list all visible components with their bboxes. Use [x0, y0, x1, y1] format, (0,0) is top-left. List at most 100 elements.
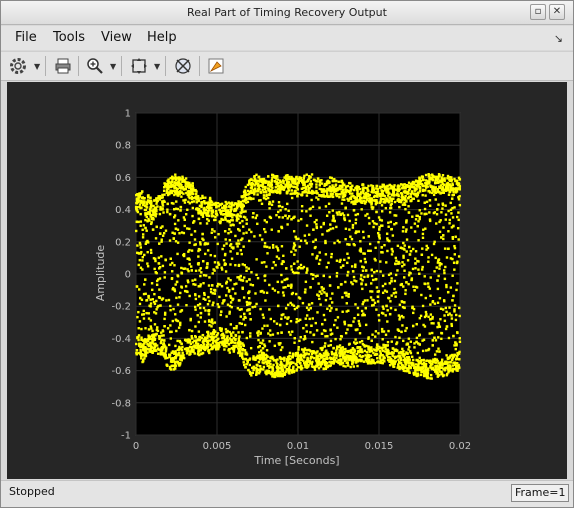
data-point: [366, 275, 369, 278]
data-point: [394, 273, 398, 277]
data-point: [318, 297, 321, 301]
data-point: [420, 268, 424, 271]
data-point: [362, 312, 365, 315]
data-point: [398, 205, 401, 209]
data-point: [429, 318, 432, 321]
data-point: [322, 189, 325, 192]
scatter-chart[interactable]: 0 0.005 0.01 0.015 0.02-1-0.8-0.6-0.4-0.200.…: [7, 82, 567, 479]
data-point: [207, 320, 211, 323]
data-point: [452, 190, 455, 194]
highlight-icon[interactable]: [205, 55, 227, 77]
data-point: [264, 230, 267, 234]
data-point: [429, 373, 433, 377]
data-point: [187, 257, 191, 260]
data-point: [199, 243, 202, 246]
data-point: [163, 313, 167, 316]
menu-view[interactable]: View: [101, 30, 132, 45]
menu-tools[interactable]: Tools: [53, 30, 85, 45]
data-point: [165, 191, 169, 195]
data-point: [360, 309, 364, 313]
data-point: [245, 218, 248, 221]
data-point: [228, 348, 231, 351]
data-point: [426, 376, 429, 380]
data-point: [412, 185, 416, 188]
data-point: [285, 322, 289, 326]
data-point: [225, 242, 228, 245]
zoom-dropdown-icon[interactable]: ▼: [110, 62, 116, 71]
data-point: [241, 237, 244, 240]
gear-icon[interactable]: [7, 55, 29, 77]
data-point: [228, 202, 232, 205]
data-point: [374, 203, 378, 206]
data-point: [364, 192, 367, 196]
data-point: [342, 214, 346, 217]
data-point: [210, 320, 213, 324]
data-point: [371, 290, 374, 293]
data-point: [221, 336, 224, 340]
dock-arrow-icon[interactable]: ↘: [554, 32, 563, 45]
data-point: [341, 188, 345, 192]
data-point: [188, 227, 191, 231]
data-point: [457, 218, 460, 222]
data-point: [429, 303, 432, 306]
data-point: [392, 365, 396, 368]
data-point: [418, 209, 421, 212]
autoscale-dropdown-icon[interactable]: ▼: [154, 62, 160, 71]
data-point: [339, 258, 342, 262]
data-point: [293, 190, 297, 193]
data-point: [239, 249, 243, 252]
data-point: [279, 209, 282, 212]
close-button[interactable]: ✕: [549, 4, 565, 20]
data-point: [375, 269, 379, 273]
data-point: [162, 189, 166, 192]
data-point: [197, 212, 200, 215]
data-point: [267, 371, 270, 375]
minimize-button[interactable]: ▫: [530, 4, 546, 20]
zoom-in-icon[interactable]: [84, 55, 106, 77]
data-point: [389, 206, 392, 210]
print-icon[interactable]: [52, 55, 74, 77]
title-bar[interactable]: Real Part of Timing Recovery Output ▫ ✕: [1, 1, 573, 25]
data-point: [390, 340, 393, 343]
data-point: [229, 278, 232, 282]
data-point: [367, 336, 370, 339]
menu-help[interactable]: Help: [147, 30, 177, 45]
data-point: [182, 199, 185, 202]
data-point: [237, 337, 240, 340]
data-point: [271, 287, 275, 290]
data-point: [171, 360, 174, 364]
data-point: [370, 274, 374, 278]
data-point: [146, 265, 150, 268]
data-point: [204, 208, 207, 212]
fit-icon[interactable]: [172, 55, 194, 77]
data-point: [136, 315, 139, 319]
data-point: [272, 363, 275, 367]
data-point: [138, 203, 142, 206]
data-point: [217, 205, 220, 208]
data-point: [242, 232, 245, 235]
data-point: [419, 314, 423, 318]
data-point: [152, 343, 156, 346]
data-point: [150, 216, 153, 219]
data-point: [307, 188, 310, 192]
gear-dropdown-icon[interactable]: ▼: [34, 62, 40, 71]
data-point: [211, 345, 215, 349]
data-point: [318, 206, 321, 209]
data-point: [308, 183, 312, 186]
autoscale-icon[interactable]: [128, 55, 150, 77]
data-point: [385, 304, 388, 308]
data-point: [371, 278, 375, 282]
data-point: [347, 256, 350, 260]
data-point: [432, 211, 436, 215]
data-point: [400, 358, 403, 362]
data-point: [333, 358, 337, 362]
data-point: [174, 283, 177, 286]
data-point: [259, 199, 262, 202]
data-point: [404, 369, 407, 373]
data-point: [418, 176, 421, 179]
data-point: [264, 185, 267, 189]
data-point: [276, 366, 279, 369]
menu-file[interactable]: File: [15, 30, 37, 45]
data-point: [310, 198, 313, 202]
data-point: [327, 202, 331, 205]
